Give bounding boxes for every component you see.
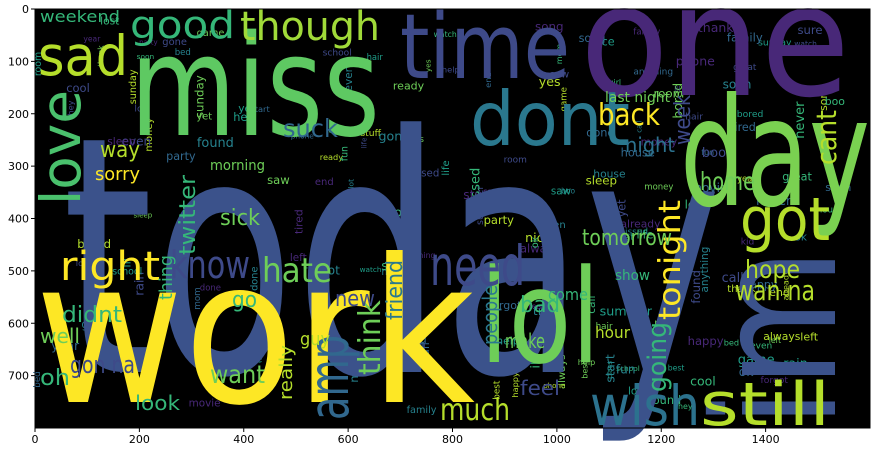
word-look: look [135, 391, 180, 415]
word-friend: friend [383, 260, 408, 320]
word-guy: guy [300, 329, 330, 350]
word-sick: sick [220, 206, 260, 231]
word-tomorrow: tomorrow [582, 226, 672, 251]
x-tick-label: 600 [338, 433, 359, 446]
y-tick-label: 100 [8, 55, 29, 68]
word-last-night: last night [605, 90, 671, 106]
y-tick-label: 300 [8, 160, 29, 173]
word-night: night [625, 133, 675, 157]
word-wan-na: wan na [735, 274, 815, 307]
word-make: make [505, 329, 545, 353]
word-much: much [440, 393, 510, 428]
y-tick-label: 0 [22, 3, 29, 16]
x-tick-label: 400 [233, 433, 254, 446]
word-come: come [548, 285, 588, 304]
word-morning: morning [210, 158, 265, 174]
x-tick-label: 0 [32, 433, 39, 446]
word-suck: suck [283, 114, 339, 143]
word-well: well [40, 324, 80, 348]
y-tick-label: 600 [8, 317, 29, 330]
word-gon-na: gon na [70, 351, 135, 379]
y-tick-label: 500 [8, 265, 29, 278]
word-weekend: weekend [40, 7, 120, 26]
y-tick-label: 400 [8, 213, 29, 226]
word-want: want [210, 360, 265, 389]
word-home: home [700, 167, 755, 196]
word-good: good [130, 3, 235, 47]
word-twitter: twitter [176, 174, 201, 255]
word-oh: oh [40, 366, 70, 391]
word-still: still [700, 370, 830, 440]
word-feel: feel [520, 376, 560, 400]
word-though: though [240, 4, 380, 50]
word-really: really [276, 345, 297, 400]
x-tick-label: 800 [442, 433, 463, 446]
word-love: love [29, 90, 93, 205]
y-tick-label: 700 [8, 370, 29, 383]
x-tick-label: 1400 [752, 433, 780, 446]
word-right: right [60, 244, 160, 290]
word-thing: thing [156, 255, 177, 300]
word-sad: sad [38, 24, 128, 88]
word-sorry: sorry [95, 164, 140, 185]
word-show: show [615, 268, 650, 284]
word-people: people [478, 285, 502, 345]
y-tick-label: 200 [8, 108, 29, 121]
x-tick-label: 1200 [647, 433, 675, 446]
x-tick-label: 1000 [543, 433, 571, 446]
word-going: going [643, 322, 673, 392]
x-tick-label: 200 [129, 433, 150, 446]
word-hour: hour [595, 323, 630, 342]
word-cant: cant [810, 110, 843, 165]
word-new: new [335, 287, 375, 312]
word-go: go [232, 288, 257, 313]
word-way: way [100, 138, 140, 163]
word-hate: hate [262, 251, 332, 291]
word-cloud-plot: bedmissedlifehairniceleftendforgotfungon… [8, 0, 876, 450]
word-tonight: tonight [653, 200, 688, 320]
